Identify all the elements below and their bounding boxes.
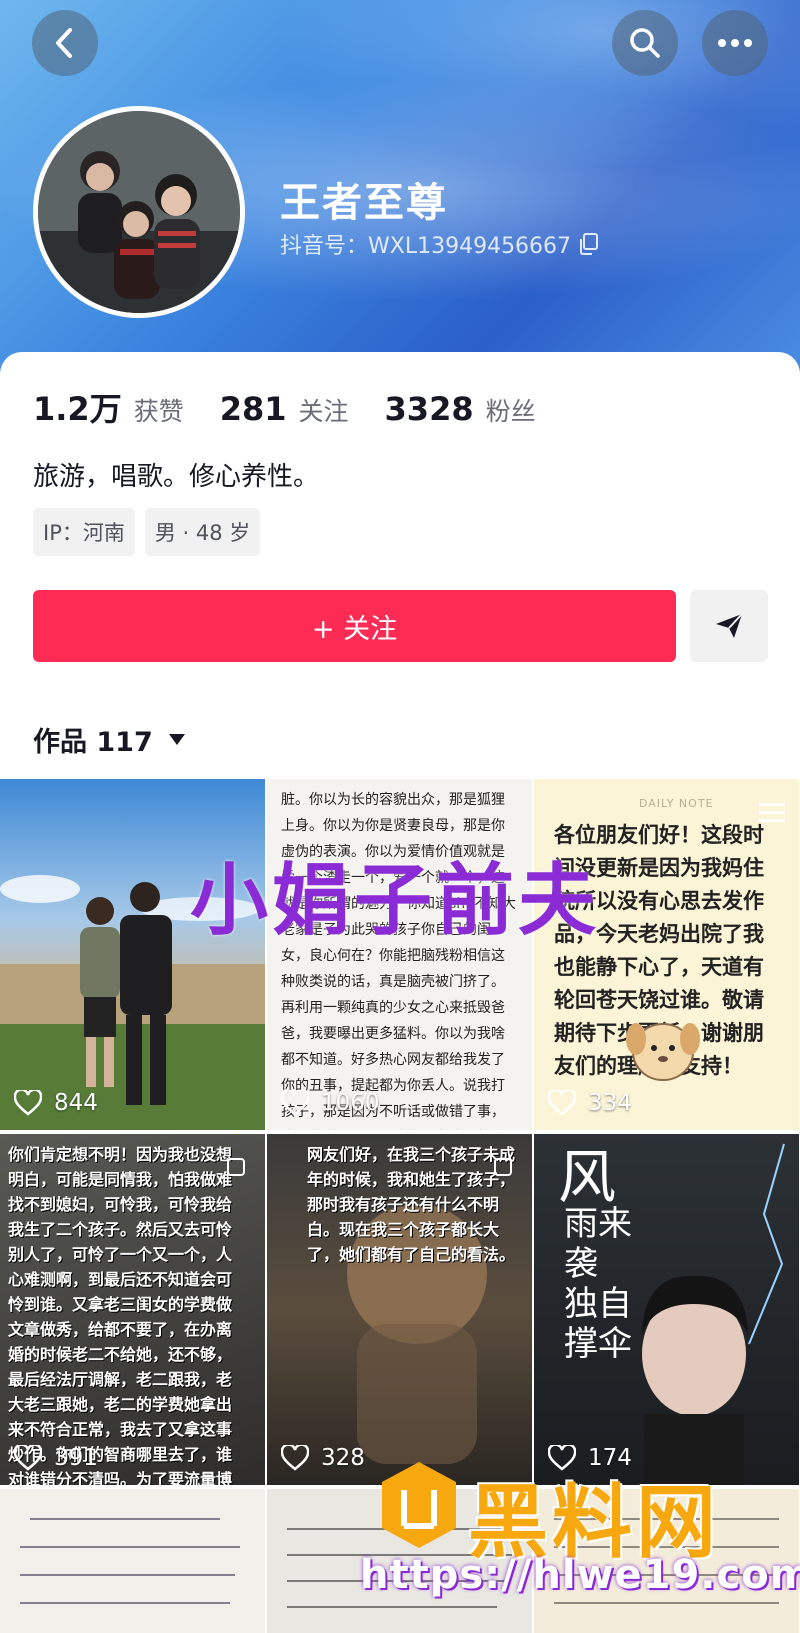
multi-image-icon (227, 1158, 245, 1176)
likes-count: 844 (14, 1090, 98, 1116)
heart-icon (14, 1445, 42, 1471)
multi-image-icon (494, 1158, 512, 1176)
chevron-left-icon (56, 28, 72, 58)
handwritten-note (20, 1518, 240, 1604)
back-button[interactable] (32, 10, 98, 76)
daily-note-label: DAILY NOTE (639, 797, 714, 810)
profile-tags: IP：河南 男 · 48 岁 (33, 508, 261, 556)
likes-count: 391 (14, 1445, 98, 1471)
watermark-logo (382, 1462, 456, 1548)
likes-number: 334 (588, 1090, 632, 1116)
gender-age-tag: 男 · 48 岁 (144, 508, 261, 556)
avatar-photo (38, 111, 240, 313)
caret-down-icon (168, 734, 185, 745)
more-dots-icon (718, 39, 752, 47)
video-tile[interactable]: 脏。你以为长的容貌出众，那是狐狸上身。你以为你是贤妻良母，那是你虚伪的表演。你以… (267, 779, 532, 1130)
stat-followers[interactable]: 3328 粉丝 (385, 390, 536, 428)
stat-number: 3328 (384, 390, 474, 428)
heart-icon (281, 1445, 309, 1471)
profile-bio: 旅游，唱歌。修心养性。 (33, 462, 320, 492)
video-tile[interactable]: 网友们好，在我三个孩子未成年的时候，我和她生了孩子，那时我有孩子还有什么不明白。… (267, 1134, 532, 1485)
likes-count: 328 (281, 1445, 365, 1471)
watermark-url: https://hlwe19.com (360, 1552, 800, 1598)
video-tile[interactable]: 你们肯定想不明！因为我也没想明白，可能是同情我，怕我做难找不到媳妇，可怜我，可怜… (0, 1134, 265, 1485)
likes-number: 328 (321, 1445, 365, 1471)
poster-poem: 雨来袭 独自撑伞 (564, 1204, 632, 1364)
stat-following[interactable]: 281 关注 (220, 390, 349, 428)
dog-sticker-icon (626, 1023, 700, 1081)
likes-count: 334 (548, 1090, 632, 1116)
search-button[interactable] (612, 10, 678, 76)
share-button[interactable] (690, 590, 768, 662)
stat-label: 粉丝 (485, 397, 536, 426)
video-tile[interactable]: 844 (0, 779, 265, 1130)
stat-likes[interactable]: 1.2万 获赞 (33, 384, 184, 430)
video-tile[interactable]: DAILY NOTE 各位朋友们好！这段时间没更新是因为我妈住院所以没有心思去发… (534, 779, 799, 1130)
overlay-headline: 小娟子前夫 (190, 856, 601, 946)
follow-button[interactable]: + 关注 (33, 590, 676, 662)
stat-label: 关注 (298, 397, 349, 426)
tile-text: 你们肯定想不明！因为我也没想明白，可能是同情我，怕我做难找不到媳妇，可怜我，可怜… (8, 1145, 233, 1485)
send-icon (716, 613, 743, 638)
profile-name: 王者至尊 (280, 180, 448, 226)
copy-icon[interactable] (579, 233, 599, 255)
douyin-id[interactable]: 抖音号：WXL13949456667 (280, 228, 599, 260)
likes-number: 844 (54, 1090, 98, 1116)
video-tile[interactable]: 风 雨来袭 独自撑伞 174 (534, 1134, 799, 1485)
heart-icon (14, 1090, 42, 1116)
heart-icon (548, 1090, 576, 1116)
ip-tag: IP：河南 (33, 508, 135, 556)
video-tile[interactable] (0, 1489, 265, 1633)
tile-text: 网友们好，在我三个孩子未成年的时候，我和她生了孩子，那时我有孩子还有什么不明白。… (307, 1145, 516, 1264)
video-thumbnail (0, 875, 265, 1130)
likes-number: 1060 (321, 1090, 380, 1116)
likes-number: 391 (54, 1445, 98, 1471)
douyin-id-text: 抖音号：WXL13949456667 (280, 234, 572, 259)
avatar[interactable] (33, 106, 245, 318)
tab-works[interactable]: 作品 117 (33, 720, 185, 759)
stats-row: 1.2万 获赞 281 关注 3328 粉丝 (33, 384, 572, 430)
stat-number: 281 (219, 390, 287, 428)
likes-count: 1060 (281, 1090, 380, 1116)
heart-icon (281, 1090, 309, 1116)
poster-big-char: 风 (558, 1143, 617, 1211)
search-icon (630, 28, 660, 58)
stat-label: 获赞 (133, 397, 184, 426)
works-tab-label: 作品 117 (33, 727, 153, 758)
stat-number: 1.2万 (33, 390, 122, 428)
more-button[interactable] (702, 10, 768, 76)
